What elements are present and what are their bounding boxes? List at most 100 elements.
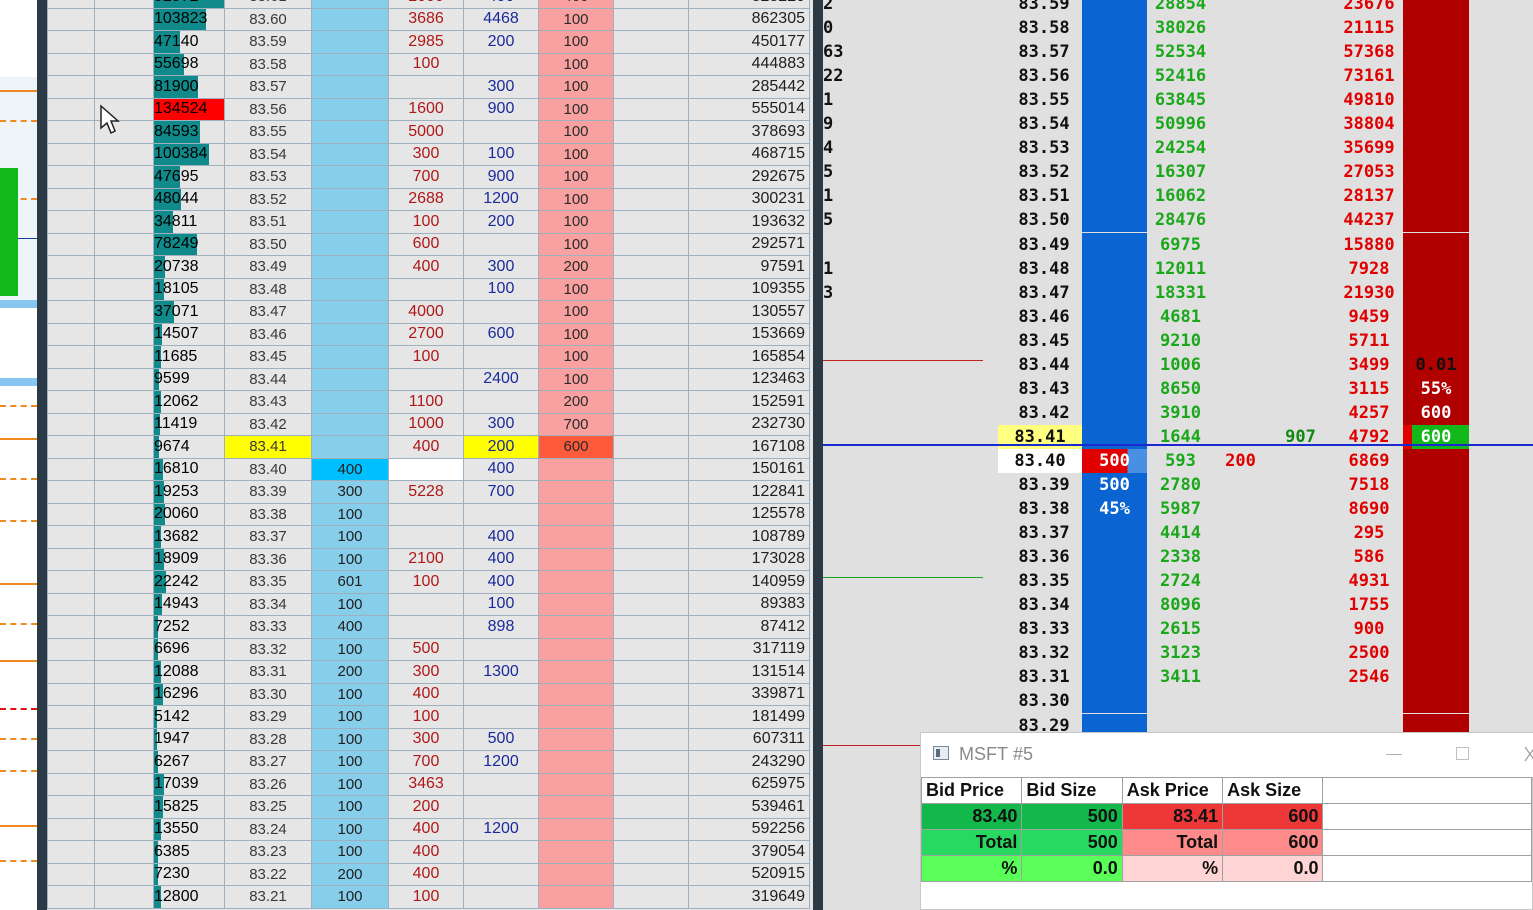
bid-size-cell[interactable] [311, 75, 389, 99]
dom-row[interactable]: 83.36 2338 586 [823, 545, 1533, 570]
ladder-row[interactable]: 78249 83.50 600 100 292571 [47, 232, 810, 256]
bid-size-cell[interactable] [1082, 208, 1147, 232]
ask-size-cell[interactable] [1403, 497, 1469, 521]
bid-size-cell[interactable]: 100 [311, 637, 389, 661]
ask-size-cell[interactable] [1403, 257, 1469, 281]
ask-size-cell[interactable]: 100 [538, 52, 614, 76]
price-cell[interactable]: 83.36 [224, 547, 312, 571]
ask-size-cell[interactable] [1403, 208, 1469, 232]
bid-size-cell[interactable] [311, 435, 389, 459]
ladder-row[interactable]: 20060 83.38 100 125578 [47, 502, 810, 526]
price-cell[interactable]: 83.52 [998, 160, 1090, 184]
price-cell[interactable]: 83.30 [224, 682, 312, 706]
ask-size-cell[interactable] [538, 660, 614, 684]
bid-size-cell[interactable]: 100 [311, 682, 389, 706]
price-cell[interactable]: 83.31 [224, 660, 312, 684]
price-cell[interactable]: 83.36 [998, 545, 1090, 569]
window-titlebar[interactable]: MSFT #5 [921, 733, 1533, 777]
bid-size-cell[interactable] [1082, 377, 1147, 401]
ask-size-cell[interactable]: 100 [538, 30, 614, 54]
dom-row[interactable]: 83.46 4681 9459 [823, 304, 1533, 329]
ladder-row[interactable]: 134524 83.56 1600 900 100 555014 [47, 97, 810, 121]
ask-size-cell[interactable]: 0.01 [1403, 353, 1469, 377]
bid-size-cell[interactable] [311, 390, 389, 414]
ask-size-cell[interactable] [1403, 184, 1469, 208]
ladder-row[interactable]: 1947 83.28 100 300 500 607311 [47, 727, 810, 751]
ladder-row[interactable]: 12062 83.43 1100 200 152591 [47, 390, 810, 414]
ladder-row[interactable]: 47140 83.59 2985 200 100 450177 [47, 30, 810, 54]
dom-row[interactable]: 83.33 2615 900 [823, 617, 1533, 642]
price-cell[interactable]: 83.45 [998, 329, 1090, 353]
dom-row[interactable]: 3 83.47 18331 21930 [823, 280, 1533, 305]
dom-row[interactable]: 5 83.50 28476 44237 [823, 208, 1533, 233]
ladder-row[interactable]: 7252 83.33 400 898 87412 [47, 615, 810, 639]
ask-size-cell[interactable]: 600 [538, 435, 614, 459]
bid-size-cell[interactable] [311, 322, 389, 346]
bid-size-cell[interactable] [1082, 617, 1147, 641]
bid-size-cell[interactable] [311, 367, 389, 391]
price-cell[interactable]: 83.50 [998, 208, 1090, 232]
ask-size-cell[interactable] [538, 457, 614, 481]
ask-size-cell[interactable] [538, 772, 614, 796]
ask-size-cell[interactable]: 100 [538, 120, 614, 144]
price-cell[interactable]: 83.24 [224, 817, 312, 841]
price-cell[interactable]: 83.55 [998, 88, 1090, 112]
dom-row[interactable]: 83.42 3910 4257 600 [823, 400, 1533, 425]
price-cell[interactable]: 83.54 [998, 112, 1090, 136]
ask-size-cell[interactable] [1403, 64, 1469, 88]
ask-size-cell[interactable]: 600 [1403, 401, 1469, 425]
bid-size-cell[interactable] [1082, 305, 1147, 329]
dom-row[interactable]: 83.30 [823, 689, 1533, 714]
bid-size-cell[interactable]: 100 [311, 885, 389, 909]
dom-row[interactable]: 83.43 8650 3115 55% [823, 376, 1533, 401]
ask-size-cell[interactable] [538, 705, 614, 729]
ask-size-cell[interactable] [538, 547, 614, 571]
bid-size-cell[interactable] [1082, 665, 1147, 689]
price-cell[interactable]: 83.28 [224, 727, 312, 751]
bid-size-cell[interactable]: 100 [311, 547, 389, 571]
ask-size-cell[interactable] [1403, 473, 1469, 497]
ask-size-cell[interactable]: 100 [538, 345, 614, 369]
dom-row[interactable]: 1 83.55 63845 49810 [823, 88, 1533, 113]
bid-size-cell[interactable]: 500 [1082, 448, 1147, 473]
bid-size-cell[interactable] [1082, 184, 1147, 208]
ask-size-cell[interactable] [1403, 569, 1469, 593]
bid-size-cell[interactable]: 100 [311, 795, 389, 819]
dom-row[interactable]: 22 83.56 52416 73161 [823, 64, 1533, 89]
dom-row[interactable]: 1 83.51 16062 28137 [823, 184, 1533, 209]
bid-size-cell[interactable] [1082, 689, 1147, 713]
price-cell[interactable]: 83.21 [224, 885, 312, 909]
price-cell[interactable]: 83.29 [224, 705, 312, 729]
bid-size-cell[interactable] [1082, 545, 1147, 569]
price-cell[interactable]: 83.22 [224, 862, 312, 886]
ask-size-cell[interactable] [1403, 617, 1469, 641]
ladder-row[interactable]: 11419 83.42 1000 300 700 232730 [47, 412, 810, 436]
bid-size-cell[interactable] [311, 255, 389, 279]
ask-size-cell[interactable] [538, 480, 614, 504]
price-cell[interactable]: 83.60 [224, 7, 312, 31]
bid-size-cell[interactable] [311, 277, 389, 301]
dom-row[interactable]: 4 83.53 24254 35699 [823, 136, 1533, 161]
dom-row[interactable]: 83.37 4414 295 [823, 521, 1533, 546]
ask-size-cell[interactable]: 100 [538, 97, 614, 121]
bid-size-cell[interactable]: 45% [1082, 497, 1147, 521]
ask-size-cell[interactable]: 100 [538, 322, 614, 346]
price-cell[interactable]: 83.56 [998, 64, 1090, 88]
ask-size-cell[interactable] [1403, 0, 1469, 16]
price-cell[interactable]: 83.33 [224, 615, 312, 639]
ask-size-cell[interactable] [1403, 233, 1469, 257]
bid-size-cell[interactable]: 100 [311, 727, 389, 751]
ladder-row[interactable]: 48044 83.52 2688 1200 100 300231 [47, 187, 810, 211]
bid-size-cell[interactable]: 400 [311, 457, 389, 481]
bid-size-cell[interactable]: 100 [311, 502, 389, 526]
price-cell[interactable]: 83.45 [224, 345, 312, 369]
bid-size-cell[interactable]: 100 [311, 750, 389, 774]
ask-size-cell[interactable] [538, 615, 614, 639]
ask-size-cell[interactable] [538, 502, 614, 526]
price-cell[interactable]: 83.48 [998, 257, 1090, 281]
ladder-row[interactable]: 18105 83.48 100 100 109355 [47, 277, 810, 301]
price-cell[interactable]: 83.56 [224, 97, 312, 121]
bid-size-cell[interactable] [1082, 40, 1147, 64]
bid-size-cell[interactable] [311, 97, 389, 121]
bid-size-cell[interactable]: 500 [1082, 473, 1147, 497]
